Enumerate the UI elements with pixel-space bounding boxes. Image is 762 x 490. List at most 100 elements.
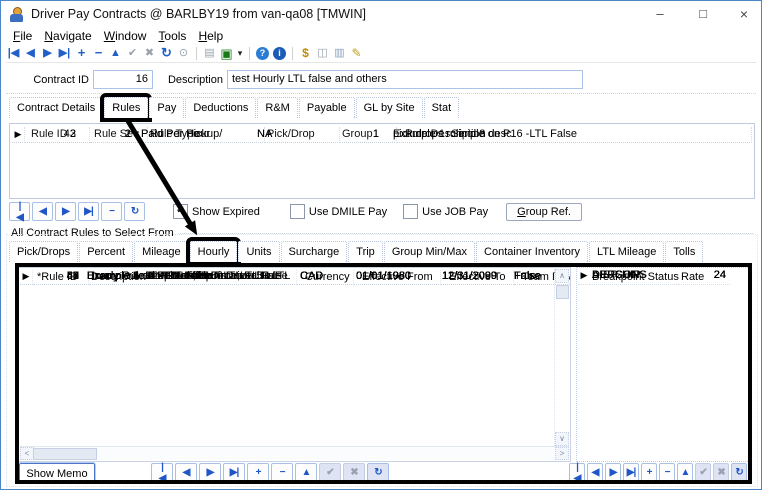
tab[interactable]: LTL Mileage (589, 241, 664, 262)
tab[interactable]: Units (238, 241, 279, 262)
menu-item[interactable]: Window (98, 29, 153, 43)
tab[interactable]: GL by Site (356, 97, 423, 118)
checkbox-box-icon[interactable] (173, 204, 188, 219)
checkbox[interactable]: Show Expired (173, 204, 260, 219)
up-button[interactable]: ▲ (295, 463, 317, 482)
first-record-icon[interactable]: |◀ (6, 46, 21, 61)
scroll-up-icon[interactable]: ∧ (555, 269, 569, 283)
tab[interactable]: Percent (79, 241, 133, 262)
tab[interactable]: Container Inventory (476, 241, 588, 262)
first-button[interactable]: |◀ (9, 202, 30, 221)
tab[interactable]: Trip (348, 241, 383, 262)
show-memo-button[interactable]: Show Memo (19, 463, 95, 482)
table-row[interactable]: DISP 24 (578, 268, 730, 283)
breakpoint-grid-nav: |◀◀▶▶|+−▲✔✖↻ (569, 463, 749, 482)
remove-button[interactable]: − (659, 463, 675, 482)
last-button[interactable]: ▶| (223, 463, 245, 482)
scroll-left-icon[interactable]: < (20, 447, 34, 460)
tab[interactable]: Mileage (134, 241, 189, 262)
tab[interactable]: Deductions (185, 97, 256, 118)
next-button[interactable]: ▶ (199, 463, 221, 482)
info-icon[interactable]: i (273, 47, 286, 60)
add-button[interactable]: + (247, 463, 269, 482)
menu-item[interactable]: File (7, 29, 38, 43)
tab[interactable]: R&M (257, 97, 297, 118)
prev-button[interactable]: ◀ (175, 463, 197, 482)
checkbox[interactable]: Use JOB Pay (403, 204, 488, 219)
cancel-button[interactable]: ✖ (343, 463, 365, 482)
last-button[interactable]: ▶| (623, 463, 639, 482)
tab[interactable]: Pay (149, 97, 184, 118)
menu-item[interactable]: Navigate (38, 29, 97, 43)
money-icon[interactable]: $ (298, 46, 313, 61)
view-icon[interactable]: ⊙ (176, 46, 191, 61)
scroll-right-icon[interactable]: > (555, 447, 569, 460)
accept-button[interactable]: ✔ (695, 463, 711, 482)
insert-record-icon[interactable]: + (74, 46, 89, 61)
prev-button[interactable]: ◀ (587, 463, 603, 482)
scrollbar-thumb[interactable] (33, 448, 97, 460)
next-button[interactable]: ▶ (55, 202, 76, 221)
contract-id-field[interactable]: 16 (93, 70, 153, 89)
remove-button[interactable]: − (271, 463, 293, 482)
cancel-button[interactable]: ✖ (713, 463, 729, 482)
tab[interactable]: Group Min/Max (384, 241, 475, 262)
prev-record-icon[interactable]: ◀ (23, 46, 38, 61)
description-field[interactable]: test Hourly LTL false and others (227, 70, 583, 89)
refresh-button[interactable]: ↻ (367, 463, 389, 482)
checkbox[interactable]: Use DMILE Pay (290, 204, 387, 219)
cancel-edit-icon[interactable]: ✖ (142, 46, 157, 61)
prev-button[interactable]: ◀ (32, 202, 53, 221)
refresh-button[interactable]: ↻ (731, 463, 747, 482)
horizontal-scrollbar[interactable]: < > (20, 446, 569, 460)
next-record-icon[interactable]: ▶ (40, 46, 55, 61)
first-button[interactable]: |◀ (569, 463, 585, 482)
refresh-button[interactable]: ↻ (124, 202, 145, 221)
last-record-icon[interactable]: ▶| (57, 46, 72, 61)
collapse-icon[interactable]: ▲ (108, 46, 123, 61)
tab[interactable]: Surcharge (281, 241, 348, 262)
refresh-icon[interactable]: ↻ (159, 46, 174, 61)
print-icon[interactable]: ▤ (202, 46, 217, 61)
up-button[interactable]: ▲ (677, 463, 693, 482)
rules-nav-bar: |◀◀▶▶|−↻ Show Expired Use DMILE Pay Use … (9, 201, 582, 222)
row-selector-icon (12, 124, 24, 144)
edit-icon[interactable]: ✎ (349, 46, 364, 61)
tab[interactable]: Payable (299, 97, 355, 118)
table-row[interactable]: 3 2 Paid Per Pickup/ NA 1 pick.drops rul… (12, 124, 752, 144)
group-box-line (180, 233, 753, 234)
tab[interactable]: Pick/Drops (9, 241, 78, 262)
scroll-down-icon[interactable]: ∨ (555, 432, 569, 446)
terminal-icon[interactable]: ▣ (219, 46, 234, 61)
last-button[interactable]: ▶| (78, 202, 99, 221)
post-edit-icon[interactable]: ✔ (125, 46, 140, 61)
help-icon[interactable]: ? (256, 47, 269, 60)
menu-bar: FileNavigateWindowToolsHelp (1, 27, 762, 44)
tab[interactable]: Rules (104, 97, 148, 118)
tab[interactable]: Contract Details (9, 97, 103, 118)
close-button[interactable]: × (733, 5, 755, 23)
menu-item[interactable]: Help (192, 29, 229, 43)
delete-button[interactable]: − (101, 202, 122, 221)
minimize-button[interactable]: – (649, 5, 671, 23)
tab[interactable]: Tolls (665, 241, 703, 262)
copy-icon[interactable]: ◫ (315, 46, 330, 61)
form-icon[interactable]: ▥ (332, 46, 347, 61)
next-button[interactable]: ▶ (605, 463, 621, 482)
checkbox-box-icon[interactable] (290, 204, 305, 219)
group-ref-button[interactable]: Group Ref. (506, 203, 582, 221)
table-row[interactable]: 53 Hourly Rule D - LTL False CAD 01/01/1… (20, 268, 571, 284)
accept-button[interactable]: ✔ (319, 463, 341, 482)
maximize-button[interactable]: □ (692, 5, 714, 23)
description-label: Description (159, 74, 223, 86)
first-button[interactable]: |◀ (151, 463, 173, 482)
tab[interactable]: Stat (424, 97, 460, 118)
scrollbar-thumb[interactable] (556, 285, 569, 299)
delete-record-icon[interactable]: − (91, 46, 106, 61)
vertical-scrollbar[interactable]: ∧ ∨ (554, 269, 569, 446)
add-button[interactable]: + (641, 463, 657, 482)
menu-item[interactable]: Tools (152, 29, 192, 43)
tab[interactable]: Hourly (190, 241, 238, 262)
checkbox-box-icon[interactable] (403, 204, 418, 219)
dropdown-icon[interactable]: ▾ (236, 46, 244, 61)
